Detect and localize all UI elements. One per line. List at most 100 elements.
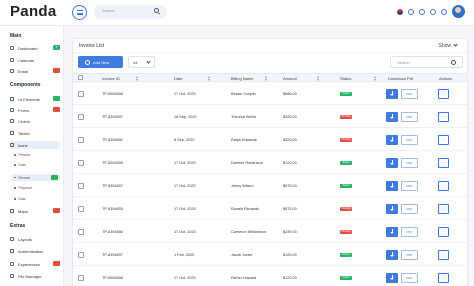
app-logo[interactable]: Panda <box>10 3 57 20</box>
sidebar-item-charts[interactable]: Charts <box>10 117 60 125</box>
table-row: TP-8394838 17 Oct, 2020 Bessie Cooper $586.… <box>73 83 467 105</box>
row-checkbox[interactable] <box>78 252 84 258</box>
status-badge: Active <box>340 92 352 96</box>
download-icon <box>390 183 394 188</box>
sidebar-item-authentication[interactable]: Authentication <box>10 247 60 255</box>
download-button[interactable] <box>386 204 398 214</box>
download-button[interactable] <box>386 273 398 283</box>
sort-icon <box>317 76 319 81</box>
status-badge: Active <box>340 161 352 165</box>
actions-button[interactable]: ... <box>438 273 449 283</box>
sidebar-subitem-proposal[interactable]: Proposal <box>14 186 32 190</box>
actions-button[interactable]: ... <box>438 158 449 168</box>
pdf-button[interactable]: PDF <box>401 158 418 168</box>
user-avatar[interactable] <box>452 5 465 18</box>
table-row: TP-8394831 8 Sep, 2020 Ralph Edwards $325.0… <box>73 129 467 151</box>
invoice-id-cell[interactable]: TP-8394833 <box>102 207 123 211</box>
row-checkbox[interactable] <box>78 91 84 97</box>
sidebar-item-label: File Manager <box>18 273 42 279</box>
add-new-button[interactable]: Add New <box>78 56 123 68</box>
column-label: Status <box>340 76 352 81</box>
sidebar-badge <box>53 68 60 73</box>
download-button[interactable] <box>386 158 398 168</box>
sidebar-item-experiences[interactable]: Experiences <box>10 260 60 268</box>
row-checkbox[interactable] <box>78 160 84 166</box>
invoice-search-input[interactable]: Search <box>390 56 463 68</box>
row-checkbox[interactable] <box>78 137 84 143</box>
column-header-invoice-id[interactable]: Invoice ID <box>102 76 138 81</box>
sidebar-item-dashboard[interactable]: Dashboard 5 <box>10 44 60 52</box>
sidebar-item-forms[interactable]: Forms <box>10 106 60 114</box>
download-button[interactable] <box>386 135 398 145</box>
column-label: Date <box>174 76 183 81</box>
row-checkbox[interactable] <box>78 183 84 189</box>
invoice-id-cell[interactable]: TP-8394837 <box>102 115 123 119</box>
notification-icon[interactable] <box>441 9 447 15</box>
row-checkbox[interactable] <box>78 206 84 212</box>
date-cell: 17 Oct, 2020 <box>174 92 196 96</box>
download-button[interactable] <box>386 181 398 191</box>
download-button[interactable] <box>386 89 398 99</box>
invoice-id-cell[interactable]: TP-8394837 <box>102 184 123 188</box>
pdf-button[interactable]: PDF <box>401 89 418 99</box>
actions-button[interactable]: ... <box>438 181 449 191</box>
pdf-button[interactable]: PDF <box>401 227 418 237</box>
invoice-id-cell[interactable]: TP-8394837 <box>102 253 123 257</box>
sidebar-item-file-manager[interactable]: File Manager <box>10 272 60 280</box>
header-search-input[interactable]: Search <box>94 5 167 19</box>
invoice-id-cell[interactable]: TP-8394831 <box>102 138 123 142</box>
language-flag-icon[interactable] <box>397 9 403 15</box>
actions-button[interactable]: ... <box>438 112 449 122</box>
pdf-button[interactable]: PDF <box>401 250 418 260</box>
actions-button[interactable]: ... <box>438 204 449 214</box>
apps-icon[interactable] <box>430 9 436 15</box>
actions-button[interactable]: ... <box>438 89 449 99</box>
sidebar-subitem-finance[interactable]: Finance <box>11 174 60 181</box>
column-label: Actions <box>439 76 453 81</box>
sidebar-section-extras: Extras <box>10 223 26 229</box>
sidebar-item-maps[interactable]: Maps <box>10 207 60 215</box>
invoice-id-cell[interactable]: TP-8394838 <box>102 276 123 280</box>
actions-button[interactable]: ... <box>438 250 449 260</box>
pdf-button[interactable]: PDF <box>401 135 418 145</box>
download-button[interactable] <box>386 112 398 122</box>
search-icon[interactable] <box>451 60 456 65</box>
sidebar-item-calendar[interactable]: Calendar <box>10 56 60 64</box>
column-header-amount[interactable]: Amount <box>283 76 319 81</box>
sidebar-item-icons[interactable]: Icons <box>10 141 60 149</box>
sidebar-item-ui-elements[interactable]: UI Elements <box>10 95 60 103</box>
pdf-button[interactable]: PDF <box>401 112 418 122</box>
sidebar-subitem-data[interactable]: Data <box>14 163 26 167</box>
sidebar-item-email[interactable]: Email <box>10 67 60 75</box>
download-icon <box>390 91 394 96</box>
row-checkbox[interactable] <box>78 114 84 120</box>
row-checkbox[interactable] <box>78 229 84 235</box>
sidebar-subitem-preview[interactable]: Preview <box>14 153 31 157</box>
column-header-status[interactable]: Status <box>340 76 376 81</box>
theme-icon[interactable] <box>408 9 414 15</box>
sidebar-item-tables[interactable]: Tables <box>10 129 60 137</box>
search-icon[interactable] <box>154 8 159 13</box>
chat-icon[interactable] <box>419 9 425 15</box>
sidebar-item-layouts[interactable]: Layouts <box>10 235 60 243</box>
date-cell: 17 Oct, 2020 <box>174 276 196 280</box>
filter-select[interactable]: All <box>128 56 155 68</box>
pdf-button[interactable]: PDF <box>401 204 418 214</box>
select-all-checkbox[interactable] <box>78 75 83 80</box>
menu-toggle-button[interactable] <box>72 5 87 20</box>
invoice-id-cell[interactable]: TP-8394836 <box>102 161 123 165</box>
column-header-billing-name[interactable]: Billing Name <box>231 76 267 81</box>
show-dropdown[interactable]: Show <box>438 42 458 49</box>
download-button[interactable] <box>386 250 398 260</box>
column-header-date[interactable]: Date <box>174 76 210 81</box>
pdf-button[interactable]: PDF <box>401 181 418 191</box>
invoice-id-cell[interactable]: TP-8394838 <box>102 92 123 96</box>
actions-button[interactable]: ... <box>438 135 449 145</box>
actions-button[interactable]: ... <box>438 227 449 237</box>
sidebar-subitem-data-2[interactable]: Data <box>14 197 26 201</box>
row-checkbox[interactable] <box>78 275 84 281</box>
header-search-placeholder: Search <box>102 8 115 13</box>
invoice-id-cell[interactable]: TP-8394836 <box>102 230 123 234</box>
download-button[interactable] <box>386 227 398 237</box>
pdf-button[interactable]: PDF <box>401 273 418 283</box>
